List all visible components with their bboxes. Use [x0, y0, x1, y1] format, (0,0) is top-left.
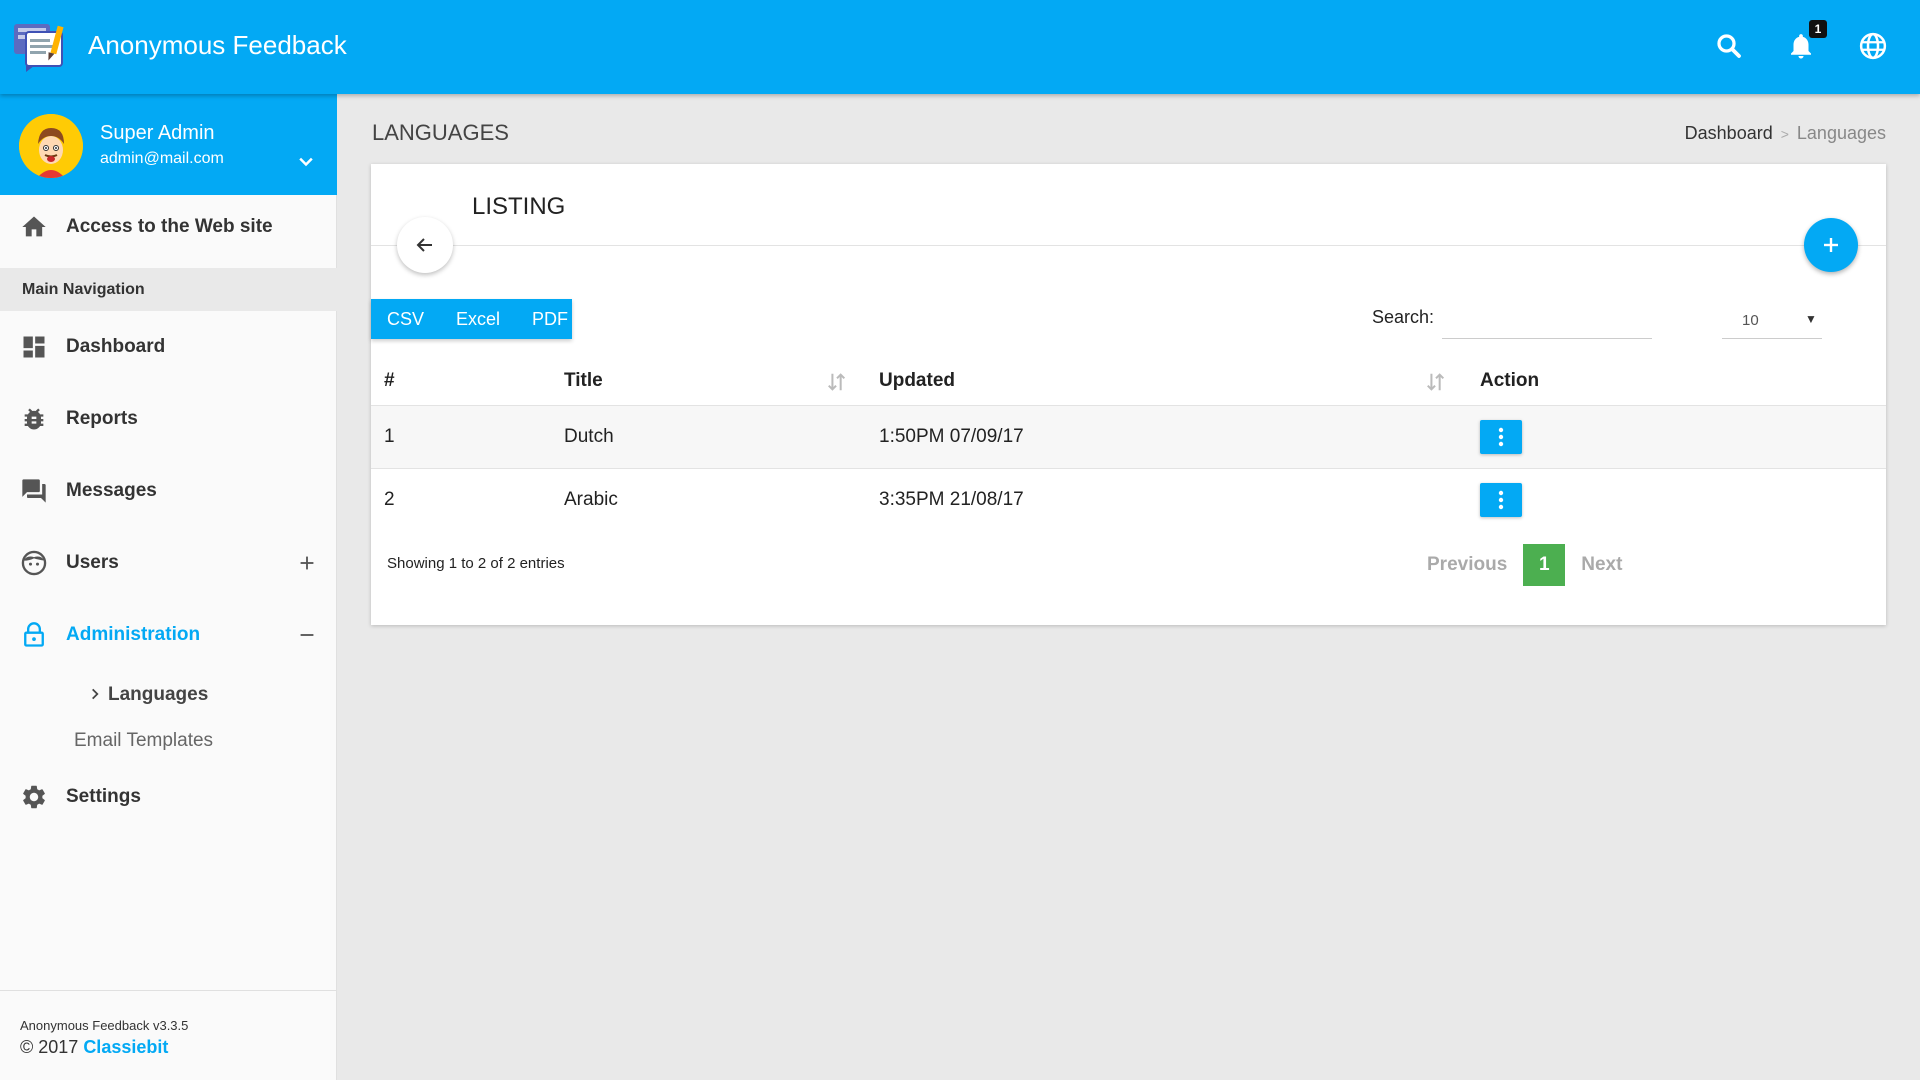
column-header-updated-label: Updated — [879, 369, 955, 391]
dashboard-icon — [23, 336, 45, 358]
export-buttons: CSV Excel PDF — [371, 299, 572, 339]
page-size-select[interactable]: 10 ▼ — [1722, 301, 1822, 339]
globe-icon[interactable] — [1858, 31, 1888, 61]
sidebar-footer: Anonymous Feedback v3.3.5 © 2017 Classie… — [0, 990, 337, 1080]
cell-updated: 3:35PM 21/08/17 — [879, 467, 1480, 531]
sidebar: Super Admin admin@mail.com Access to the… — [0, 94, 337, 1080]
sidebar-item-label: Settings — [66, 786, 141, 807]
notification-badge: 1 — [1809, 20, 1827, 38]
cell-updated: 1:50PM 07/09/17 — [879, 404, 1480, 468]
export-csv-button[interactable]: CSV — [371, 299, 440, 339]
pagination-page-1[interactable]: 1 — [1523, 544, 1566, 586]
plus-icon[interactable] — [296, 552, 318, 574]
face-icon — [21, 550, 47, 576]
sidebar-item-messages[interactable]: Messages — [0, 462, 337, 520]
avatar-image — [19, 114, 83, 178]
access-website-link[interactable]: Access to the Web site — [0, 198, 337, 256]
table-row: 1 Dutch 1:50PM 07/09/17 — [371, 404, 1886, 468]
main-navigation-label: Main Navigation — [22, 281, 145, 298]
back-button[interactable] — [397, 217, 453, 273]
avatar[interactable] — [19, 114, 83, 178]
copyright-text: © 2017 — [20, 1037, 84, 1057]
add-language-button[interactable] — [1804, 218, 1858, 272]
arrow-left-icon — [416, 238, 432, 252]
user-panel: Super Admin admin@mail.com — [0, 94, 337, 195]
table-header-row: # Title Updated Action — [371, 357, 1886, 405]
pagination: Previous 1 Next — [1427, 544, 1622, 586]
search-input[interactable] — [1442, 299, 1652, 339]
column-header-title-label: Title — [564, 369, 603, 391]
card-divider — [371, 245, 1886, 246]
chat-icon — [22, 479, 46, 503]
column-header-updated[interactable]: Updated — [879, 357, 1480, 405]
export-excel-button[interactable]: Excel — [440, 299, 516, 339]
cell-action — [1480, 404, 1886, 468]
breadcrumb: Dashboard > Languages — [1685, 123, 1886, 144]
search-label: Search: — [1372, 307, 1435, 327]
search-icon[interactable] — [1714, 31, 1744, 61]
sort-icon[interactable] — [1425, 371, 1447, 393]
user-name: Super Admin — [100, 122, 215, 144]
column-header-action: Action — [1480, 369, 1540, 391]
minus-icon[interactable] — [296, 624, 318, 646]
cell-number: 1 — [371, 404, 564, 468]
access-website-label: Access to the Web site — [66, 216, 273, 237]
breadcrumb-separator: > — [1780, 126, 1789, 142]
breadcrumb-current: Languages — [1796, 123, 1886, 143]
cell-number: 2 — [371, 467, 564, 531]
breadcrumb-dashboard[interactable]: Dashboard — [1685, 123, 1773, 143]
plus-icon — [1824, 238, 1838, 252]
sidebar-item-label: Reports — [66, 408, 138, 429]
more-vertical-icon — [1498, 427, 1504, 446]
row-actions-button[interactable] — [1480, 419, 1522, 454]
sidebar-subitem-languages[interactable]: Languages — [88, 684, 208, 706]
cell-title: Arabic — [564, 467, 879, 531]
sidebar-item-label: Messages — [66, 480, 157, 501]
sidebar-item-label: Administration — [66, 624, 201, 645]
sidebar-item-reports[interactable]: Reports — [0, 390, 337, 448]
page-size-value: 10 — [1742, 312, 1759, 329]
sidebar-item-users[interactable]: Users — [0, 534, 337, 592]
more-vertical-icon — [1498, 490, 1504, 509]
bug-icon — [24, 408, 44, 430]
sidebar-subitem-label: Languages — [108, 684, 209, 705]
app-version: Anonymous Feedback v3.3.5 — [20, 1018, 189, 1033]
pagination-next[interactable]: Next — [1581, 554, 1622, 576]
top-bar: Anonymous Feedback 1 — [0, 0, 1920, 94]
gear-icon — [23, 785, 45, 809]
column-header-title[interactable]: Title — [564, 357, 879, 405]
lock-icon — [24, 622, 44, 647]
sidebar-subitem-label: Email Templates — [74, 730, 214, 751]
table-row: 2 Arabic 3:35PM 21/08/17 — [371, 467, 1886, 531]
row-actions-button[interactable] — [1480, 482, 1522, 517]
app-title[interactable]: Anonymous Feedback — [88, 30, 347, 61]
sidebar-item-administration[interactable]: Administration — [0, 606, 337, 664]
page-title: LANGUAGES — [372, 120, 509, 145]
sidebar-item-label: Users — [66, 552, 119, 573]
sidebar-item-label: Dashboard — [66, 336, 166, 357]
export-pdf-button[interactable]: PDF — [516, 299, 584, 339]
chevron-right-icon — [92, 688, 99, 700]
languages-table: # Title Updated Action 1 Dutch 1:50PM 07… — [371, 357, 1886, 531]
copyright: © 2017 Classiebit — [20, 1037, 168, 1058]
sort-icon[interactable] — [826, 371, 848, 393]
sidebar-item-dashboard[interactable]: Dashboard — [0, 318, 337, 376]
listing-card: LISTING CSV Excel PDF Search: 10 ▼ # Tit… — [371, 164, 1886, 625]
home-icon — [22, 216, 46, 237]
sidebar-item-settings[interactable]: Settings — [0, 768, 337, 826]
dropdown-arrow-icon: ▼ — [1805, 312, 1817, 326]
column-header-number[interactable]: # — [371, 357, 564, 405]
card-title: LISTING — [472, 193, 566, 220]
user-email: admin@mail.com — [100, 150, 224, 167]
brand-link[interactable]: Classiebit — [83, 1037, 168, 1057]
cell-action — [1480, 467, 1886, 531]
cell-title: Dutch — [564, 404, 879, 468]
sidebar-subitem-email-templates[interactable]: Email Templates — [74, 730, 213, 752]
main-navigation-header: Main Navigation — [0, 268, 337, 311]
table-info: Showing 1 to 2 of 2 entries — [387, 555, 565, 572]
pagination-previous[interactable]: Previous — [1427, 554, 1507, 576]
chevron-down-icon[interactable] — [296, 152, 316, 172]
feedback-logo[interactable] — [12, 18, 70, 72]
